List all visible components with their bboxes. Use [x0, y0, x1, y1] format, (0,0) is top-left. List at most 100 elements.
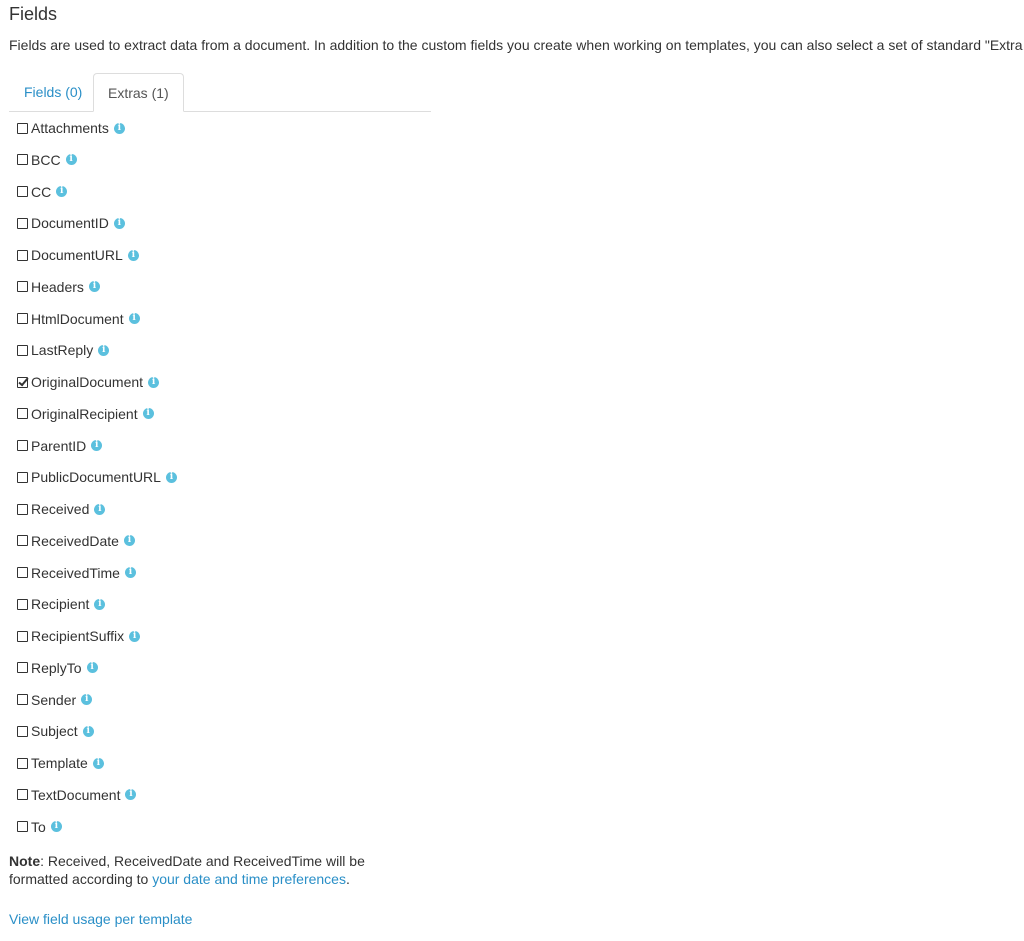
extra-field-item[interactable]: RecipientSuffix i [9, 620, 1015, 652]
extra-field-label: Recipient [31, 596, 90, 613]
extra-field-label: Sender [31, 691, 77, 708]
info-icon[interactable]: i [113, 217, 125, 229]
tab-bar: Fields (0) Extras (1) [9, 73, 431, 112]
extra-field-item[interactable]: Template i [9, 747, 1015, 779]
extra-field-label: DocumentURL [31, 247, 123, 264]
info-icon[interactable]: i [56, 186, 68, 198]
extra-field-item[interactable]: HtmlDocument i [9, 303, 1015, 335]
extra-field-label: ParentID [31, 437, 87, 454]
info-icon[interactable]: i [124, 567, 136, 579]
checkbox-icon[interactable] [17, 186, 28, 198]
checkbox-icon[interactable] [17, 725, 28, 737]
extra-field-label: Attachments [31, 120, 109, 136]
extra-field-item[interactable]: Subject i [9, 716, 1015, 748]
extra-field-label: TextDocument [31, 786, 121, 803]
tab-extras[interactable]: Extras (1) [93, 73, 184, 112]
info-icon[interactable]: i [94, 503, 106, 515]
note-label: Note [9, 852, 41, 869]
info-icon[interactable]: i [128, 313, 140, 325]
extra-field-label: Template [31, 755, 88, 772]
fields-page: Fields Fields are used to extract data f… [0, 0, 1024, 888]
checked-checkbox-icon[interactable] [17, 376, 28, 388]
info-icon[interactable]: i [81, 694, 93, 706]
checkbox-icon[interactable] [17, 630, 28, 642]
extra-field-item[interactable]: ReplyTo i [9, 652, 1015, 684]
extra-field-item[interactable]: DocumentID i [9, 208, 1015, 240]
extra-field-item[interactable]: TextDocument i [9, 779, 1015, 811]
checkbox-icon[interactable] [17, 313, 28, 325]
checkbox-icon[interactable] [17, 154, 28, 166]
extra-field-item[interactable]: DocumentURL i [9, 239, 1015, 271]
info-icon[interactable]: i [125, 789, 137, 801]
extra-field-label: RecipientSuffix [31, 628, 125, 645]
note-text: Note: Received, ReceivedDate and Receive… [9, 852, 419, 888]
extra-field-label: OriginalRecipient [31, 405, 138, 422]
extras-list: Attachments i BCC i CC i DocumentID i DocumentUR… [9, 112, 1015, 843]
info-icon[interactable]: i [50, 821, 62, 833]
info-icon[interactable]: i [165, 471, 177, 483]
checkbox-icon[interactable] [17, 408, 28, 420]
checkbox-icon[interactable] [17, 503, 28, 515]
checkbox-icon[interactable] [17, 122, 28, 134]
extra-field-item[interactable]: BCC i [9, 144, 1015, 176]
info-icon[interactable]: i [91, 440, 103, 452]
extra-field-item[interactable]: Headers i [9, 271, 1015, 303]
checkbox-icon[interactable] [17, 281, 28, 293]
info-icon[interactable]: i [142, 408, 154, 420]
extra-field-label: Headers [31, 278, 84, 295]
extra-field-item[interactable]: Received i [9, 493, 1015, 525]
extra-field-label: CC [31, 183, 52, 200]
extra-field-item[interactable]: PublicDocumentURL i [9, 462, 1015, 494]
checkbox-icon[interactable] [17, 440, 28, 452]
extra-field-item[interactable]: ReceivedDate i [9, 525, 1015, 557]
extra-field-label: ReceivedTime [31, 564, 120, 581]
checkbox-icon[interactable] [17, 344, 28, 356]
info-icon[interactable]: i [113, 122, 125, 134]
checkbox-icon[interactable] [17, 598, 28, 610]
info-icon[interactable]: i [82, 725, 94, 737]
extra-field-label: HtmlDocument [31, 310, 124, 327]
checkbox-icon[interactable] [17, 471, 28, 483]
extra-field-item[interactable]: ReceivedTime i [9, 557, 1015, 589]
info-icon[interactable]: i [94, 598, 106, 610]
page-title: Fields [9, 4, 58, 24]
info-icon[interactable]: i [129, 630, 141, 642]
checkbox-icon[interactable] [17, 249, 28, 261]
checkbox-icon[interactable] [17, 535, 28, 547]
extra-field-label: PublicDocumentURL [31, 469, 161, 486]
extra-field-label: Received [31, 501, 90, 518]
extra-field-item[interactable]: CC i [9, 176, 1015, 208]
extra-field-item[interactable]: OriginalDocument i [9, 366, 1015, 398]
info-icon[interactable]: i [65, 154, 77, 166]
checkbox-icon[interactable] [17, 662, 28, 674]
info-icon[interactable]: i [92, 757, 104, 769]
checkbox-icon[interactable] [17, 789, 28, 801]
checkbox-icon[interactable] [17, 757, 28, 769]
tab-fields[interactable]: Fields (0) [10, 73, 96, 111]
extra-field-item[interactable]: Recipient i [9, 589, 1015, 621]
extra-field-label: DocumentID [31, 215, 109, 232]
note-end: . [345, 870, 350, 887]
checkbox-icon[interactable] [17, 694, 28, 706]
info-icon[interactable]: i [148, 376, 160, 388]
extra-field-item[interactable]: LastReply i [9, 335, 1015, 367]
extra-field-label: Subject [31, 723, 78, 740]
checkbox-icon[interactable] [17, 567, 28, 579]
page-description: Fields are used to extract data from a d… [9, 37, 1024, 53]
extra-field-item[interactable]: Attachments i [9, 112, 1015, 144]
view-field-usage-link[interactable]: View field usage per template [9, 910, 192, 928]
checkbox-icon[interactable] [17, 821, 28, 833]
info-icon[interactable]: i [123, 535, 135, 547]
info-icon[interactable]: i [98, 344, 110, 356]
extra-field-item[interactable]: Sender i [9, 684, 1015, 716]
extra-field-item[interactable]: OriginalRecipient i [9, 398, 1015, 430]
info-icon[interactable]: i [88, 281, 100, 293]
info-icon[interactable]: i [127, 249, 139, 261]
extra-field-label: BCC [31, 151, 61, 168]
checkbox-icon[interactable] [17, 217, 28, 229]
extra-field-item[interactable]: To i [9, 811, 1015, 843]
date-time-preferences-link[interactable]: your date and time preferences [152, 871, 346, 887]
extra-field-label: OriginalDocument [31, 374, 144, 391]
extra-field-item[interactable]: ParentID i [9, 430, 1015, 462]
info-icon[interactable]: i [86, 662, 98, 674]
